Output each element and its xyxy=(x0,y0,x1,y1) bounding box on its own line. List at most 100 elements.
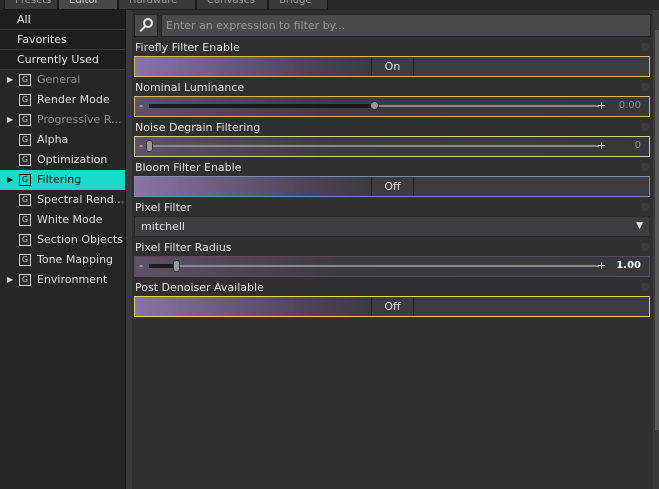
expand-arrow-icon[interactable]: ▶ xyxy=(7,110,13,130)
tab-hardware[interactable]: Hardware xyxy=(118,0,196,10)
property-options-dot[interactable] xyxy=(641,123,649,131)
noise-degrain-slider[interactable]: - + 0 xyxy=(134,136,650,157)
tab-canvases[interactable]: Canvases xyxy=(196,0,268,10)
search-handle xyxy=(139,25,146,33)
decrement-button[interactable]: - xyxy=(139,99,143,113)
group-icon: G xyxy=(19,114,31,126)
property-options-dot[interactable] xyxy=(641,43,649,51)
toggle-track xyxy=(135,57,371,76)
slider-value[interactable]: 0 xyxy=(635,139,641,153)
sidebar-item-all[interactable]: All xyxy=(0,10,125,30)
sidebar-item-label: Filtering xyxy=(37,173,82,186)
toggle-button[interactable]: Off xyxy=(371,177,414,196)
decrement-button[interactable]: - xyxy=(139,139,143,153)
tab-bar: Presets Editor Hardware Canvases Bridge xyxy=(0,0,659,10)
property-options-dot[interactable] xyxy=(641,83,649,91)
firefly-toggle[interactable]: On xyxy=(134,56,650,77)
toggle-button[interactable]: On xyxy=(371,57,414,76)
sidebar-item-white-mode[interactable]: G White Mode xyxy=(0,210,125,230)
group-icon: G xyxy=(19,254,31,266)
property-firefly-filter-enable: Firefly Filter Enable On xyxy=(134,40,651,80)
slider-fill xyxy=(149,264,176,268)
group-icon: G xyxy=(19,274,31,286)
sidebar-item-label: Optimization xyxy=(37,153,108,166)
slider-value[interactable]: 1.00 xyxy=(616,259,641,273)
slider-knob[interactable] xyxy=(173,260,180,272)
sidebar-item-favorites[interactable]: Favorites xyxy=(0,30,125,50)
sidebar-item-alpha[interactable]: G Alpha xyxy=(0,130,125,150)
sidebar-item-label: Render Mode xyxy=(37,93,110,106)
sidebar-item-label: General xyxy=(37,73,81,86)
sidebar-item-optimization[interactable]: G Optimization xyxy=(0,150,125,170)
filter-input[interactable] xyxy=(161,14,651,37)
property-post-denoiser-available: Post Denoiser Available Off xyxy=(134,280,651,320)
decrement-button[interactable]: - xyxy=(139,259,143,273)
slider-value[interactable]: 0.00 xyxy=(619,99,641,113)
sidebar-item-currently-used[interactable]: Currently Used xyxy=(0,50,125,70)
sidebar-item-section-objects[interactable]: G Section Objects xyxy=(0,230,125,250)
slider-fill xyxy=(149,104,374,108)
sidebar-item-spectral-rendering[interactable]: G Spectral Rend... xyxy=(0,190,125,210)
slider-track[interactable] xyxy=(146,140,599,152)
select-value: mitchell xyxy=(141,220,185,233)
expand-arrow-icon[interactable]: ▶ xyxy=(7,270,13,290)
property-label: Bloom Filter Enable xyxy=(135,161,242,174)
slider-track[interactable] xyxy=(149,260,599,272)
expand-arrow-icon[interactable]: ▶ xyxy=(7,70,13,90)
sidebar-item-label: Alpha xyxy=(37,133,69,146)
group-icon: G xyxy=(19,214,31,226)
group-icon: G xyxy=(19,134,31,146)
increment-button[interactable]: + xyxy=(597,139,606,153)
tab-presets[interactable]: Presets xyxy=(4,0,58,10)
sidebar-item-environment[interactable]: ▶ G Environment xyxy=(0,270,125,290)
filter-bar xyxy=(134,14,651,37)
post-denoiser-toggle[interactable]: Off xyxy=(134,296,650,317)
slider-knob[interactable] xyxy=(146,140,153,152)
sidebar: All Favorites Currently Used ▶ G General… xyxy=(0,10,126,489)
group-icon: G xyxy=(19,74,31,86)
property-options-dot[interactable] xyxy=(641,243,649,251)
group-icon: G xyxy=(19,94,31,106)
search-icon[interactable] xyxy=(134,14,158,37)
property-pixel-filter-radius: Pixel Filter Radius - + 1.00 xyxy=(134,240,651,280)
sidebar-item-label: Section Objects xyxy=(37,233,123,246)
group-icon: G xyxy=(19,194,31,206)
sidebar-item-label: Progressive R... xyxy=(37,113,122,126)
pixel-filter-radius-slider[interactable]: - + 1.00 xyxy=(134,256,650,277)
property-label: Pixel Filter xyxy=(135,201,192,214)
sidebar-item-tone-mapping[interactable]: G Tone Mapping xyxy=(0,250,125,270)
sidebar-item-label: Spectral Rend... xyxy=(37,193,125,206)
property-bloom-filter-enable: Bloom Filter Enable Off xyxy=(134,160,651,200)
bloom-toggle[interactable]: Off xyxy=(134,176,650,197)
splitter[interactable] xyxy=(126,10,132,489)
property-pixel-filter: Pixel Filter mitchell ▼ xyxy=(134,200,651,240)
sidebar-item-progressive-rendering[interactable]: ▶ G Progressive R... xyxy=(0,110,125,130)
nominal-luminance-slider[interactable]: - + 0.00 xyxy=(134,96,650,117)
property-options-dot[interactable] xyxy=(641,283,649,291)
group-icon: G xyxy=(19,174,31,186)
expand-arrow-icon[interactable]: ▶ xyxy=(7,170,13,190)
property-label: Noise Degrain Filtering xyxy=(135,121,261,134)
tab-bridge[interactable]: Bridge xyxy=(268,0,328,10)
property-label: Post Denoiser Available xyxy=(135,281,264,294)
toggle-track xyxy=(135,177,371,196)
sidebar-item-label: White Mode xyxy=(37,213,103,226)
property-noise-degrain-filtering: Noise Degrain Filtering - + 0 xyxy=(134,120,651,160)
property-options-dot[interactable] xyxy=(641,163,649,171)
chevron-down-icon[interactable]: ▼ xyxy=(636,217,643,236)
increment-button[interactable]: + xyxy=(597,99,606,113)
property-nominal-luminance: Nominal Luminance - + 0.00 xyxy=(134,80,651,120)
tab-editor[interactable]: Editor xyxy=(58,0,118,10)
group-icon: G xyxy=(19,234,31,246)
scrollbar-thumb[interactable] xyxy=(655,30,659,430)
toggle-button[interactable]: Off xyxy=(371,297,414,316)
sidebar-item-filtering[interactable]: ▶ G Filtering xyxy=(0,170,125,190)
slider-knob[interactable] xyxy=(370,101,379,110)
slider-track[interactable] xyxy=(149,101,599,110)
property-label: Firefly Filter Enable xyxy=(135,41,240,54)
property-options-dot[interactable] xyxy=(641,203,649,211)
pixel-filter-select[interactable]: mitchell ▼ xyxy=(134,216,650,237)
sidebar-item-render-mode[interactable]: G Render Mode xyxy=(0,90,125,110)
sidebar-item-general[interactable]: ▶ G General xyxy=(0,70,125,90)
increment-button[interactable]: + xyxy=(597,259,606,273)
